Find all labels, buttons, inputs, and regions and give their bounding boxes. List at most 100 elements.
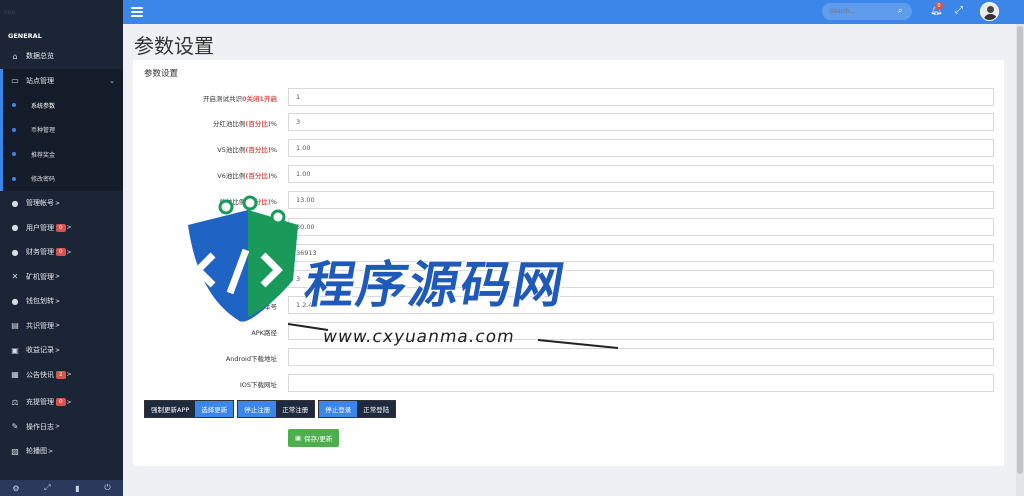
count-badge: 0: [56, 223, 66, 232]
sidebar-footer: ⚙ ⤢ ▮ ⏻: [0, 480, 123, 496]
field-input[interactable]: [288, 374, 994, 392]
chevron-right-icon: >: [55, 346, 61, 354]
settings-panel: 参数设置 开启测试共识0关闭1开启 1 分红池比例(百分比)% 3 V5池比例(百分比)…: [133, 60, 1004, 466]
field-label-text: V5池比例: [217, 146, 246, 154]
user-icon: ●: [11, 223, 19, 233]
field-input[interactable]: [288, 322, 994, 340]
chevron-right-icon: >: [66, 371, 72, 379]
page-scrollbar[interactable]: [1016, 24, 1024, 496]
sidebar-item-site-management[interactable]: ▭ 站点管理 ⌄: [0, 68, 123, 93]
field-input[interactable]: 30.00: [288, 218, 994, 236]
page-title: 参数设置: [134, 34, 214, 58]
sidebar-item-logs[interactable]: ✎ 操作日志 >: [0, 415, 123, 440]
chevron-right-icon: >: [66, 398, 72, 406]
sidebar-item-label: 站点管理: [26, 76, 54, 85]
sidebar-item-label: 数据总览: [26, 52, 54, 61]
form-row: IOS下载网址: [133, 374, 1004, 393]
field-label-text: 版本号: [257, 303, 278, 311]
sidebar-subitem-system-params[interactable]: 系统参数: [3, 93, 123, 118]
sidebar-subitem-change-password[interactable]: 修改密码: [3, 167, 123, 192]
field-label-hint: (百分比): [245, 146, 271, 154]
field-input[interactable]: [288, 348, 994, 366]
sidebar-item-label: 钱包划转: [26, 297, 54, 306]
fullscreen-icon[interactable]: ⤢: [955, 5, 963, 16]
field-label-suffix: %: [270, 146, 277, 154]
lock-icon[interactable]: ▮: [75, 484, 79, 493]
avatar[interactable]: [980, 2, 999, 21]
save-button[interactable]: ▣ 保存/更新: [288, 429, 340, 447]
chevron-right-icon: >: [55, 322, 61, 330]
sidebar-item-carousel[interactable]: ▨ 轮播图 >: [0, 439, 123, 464]
menu-toggle-icon[interactable]: [131, 7, 143, 17]
sidebar-item-label: 轮播图: [26, 447, 47, 456]
sidebar-item-deposit-withdraw[interactable]: ⚖ 充提管理 0 >: [0, 390, 123, 415]
chevron-right-icon: >: [55, 199, 61, 207]
login-mode-group: 停止登录 正常登陆: [318, 400, 397, 418]
chevron-right-icon: >: [55, 297, 61, 305]
normal-login-button[interactable]: 正常登陆: [357, 401, 396, 417]
field-label: V6池比例(百分比)%: [217, 170, 277, 180]
search-icon[interactable]: ⌕: [898, 6, 902, 16]
sidebar-subitem-referral-bonus[interactable]: 推荐奖金: [3, 142, 123, 167]
field-input[interactable]: 3: [288, 270, 994, 288]
sidebar-item-miners[interactable]: ✕ 矿机管理 >: [0, 265, 123, 290]
chevron-right-icon: >: [55, 273, 61, 281]
sidebar-logo: ooo: [4, 8, 16, 16]
sidebar-item-users[interactable]: ● 用户管理 0 >: [0, 216, 123, 241]
money-icon: ▣: [11, 345, 19, 355]
sidebar-item-admin-accounts[interactable]: ● 管理帐号 >: [0, 191, 123, 216]
stop-login-button[interactable]: 停止登录: [319, 401, 358, 417]
topbar: ⌕ 🔔︎0 ⤢: [123, 0, 1024, 24]
user-icon: ●: [11, 247, 19, 257]
field-input[interactable]: 13.00: [288, 191, 994, 209]
sidebar-item-announcements[interactable]: ▦ 公告快讯 2 >: [0, 363, 123, 388]
sidebar-item-consensus[interactable]: ▤ 共识管理 >: [0, 314, 123, 339]
edit-icon: ✎: [11, 422, 19, 432]
sidebar-subitem-label: 币种管理: [31, 127, 56, 135]
chevron-right-icon: >: [55, 423, 61, 431]
calendar-icon: ▦: [11, 370, 19, 380]
sidebar-subitem-currency[interactable]: 币种管理: [3, 118, 123, 143]
sidebar-item-wallet-transfer[interactable]: ● 钱包划转 >: [0, 289, 123, 314]
sidebar-item-earnings[interactable]: ▣ 收益记录 >: [0, 338, 123, 363]
field-label: V5池比例(百分比)%: [217, 144, 277, 154]
bullet-icon: [12, 103, 16, 107]
sidebar-item-label: 操作日志: [26, 422, 54, 431]
field-input[interactable]: 1: [288, 88, 994, 106]
force-update-button[interactable]: 强制更新APP: [145, 401, 196, 417]
field-label-suffix: %: [270, 120, 277, 128]
stop-register-button[interactable]: 停止注册: [238, 401, 277, 417]
sidebar-item-finance[interactable]: ● 财务管理 0 >: [0, 240, 123, 265]
fullscreen-icon[interactable]: ⤢: [44, 483, 50, 493]
field-input[interactable]: 1.2.4: [288, 296, 994, 314]
form-row: 分红池比例(百分比)% 3: [133, 113, 1004, 132]
scale-icon: ⚖: [11, 397, 19, 407]
settings-icon[interactable]: ⚙: [12, 484, 19, 493]
field-label-suffix: %: [270, 172, 277, 180]
normal-register-button[interactable]: 正常注册: [276, 401, 315, 417]
field-label: 开启测试共识0关闭1开启: [203, 93, 277, 103]
sidebar-item-overview[interactable]: ⌂ 数据总览: [0, 44, 123, 69]
image-icon: ▨: [11, 446, 19, 456]
optional-update-button[interactable]: 选择更新: [195, 401, 234, 417]
monitor-icon: ▭: [11, 76, 19, 86]
field-label: APK路径: [251, 327, 277, 337]
field-label-text: V6池比例: [217, 172, 246, 180]
form-row: 36913: [133, 244, 1004, 263]
sidebar-section-title: GENERAL: [8, 32, 42, 40]
field-label-text: 收益比例: [219, 198, 246, 206]
field-input[interactable]: 3: [288, 113, 994, 131]
field-label-suffix: %: [270, 198, 277, 206]
field-label: Android下载地址: [226, 353, 277, 363]
form-row: Android下载地址: [133, 348, 1004, 367]
sidebar-item-label: 收益记录: [26, 346, 54, 355]
bell-icon[interactable]: 🔔︎ 0: [930, 2, 943, 16]
update-mode-group: 强制更新APP 选择更新: [144, 400, 235, 418]
field-label-hint: 0关闭1开启: [241, 95, 277, 103]
field-input[interactable]: 1.00: [288, 139, 994, 157]
field-input[interactable]: 36913: [288, 244, 994, 262]
field-input[interactable]: 1.00: [288, 165, 994, 183]
power-icon[interactable]: ⏻: [104, 483, 110, 493]
field-label-text: Android下载地址: [225, 355, 277, 363]
field-label-text: 开启测试共识: [202, 95, 242, 103]
